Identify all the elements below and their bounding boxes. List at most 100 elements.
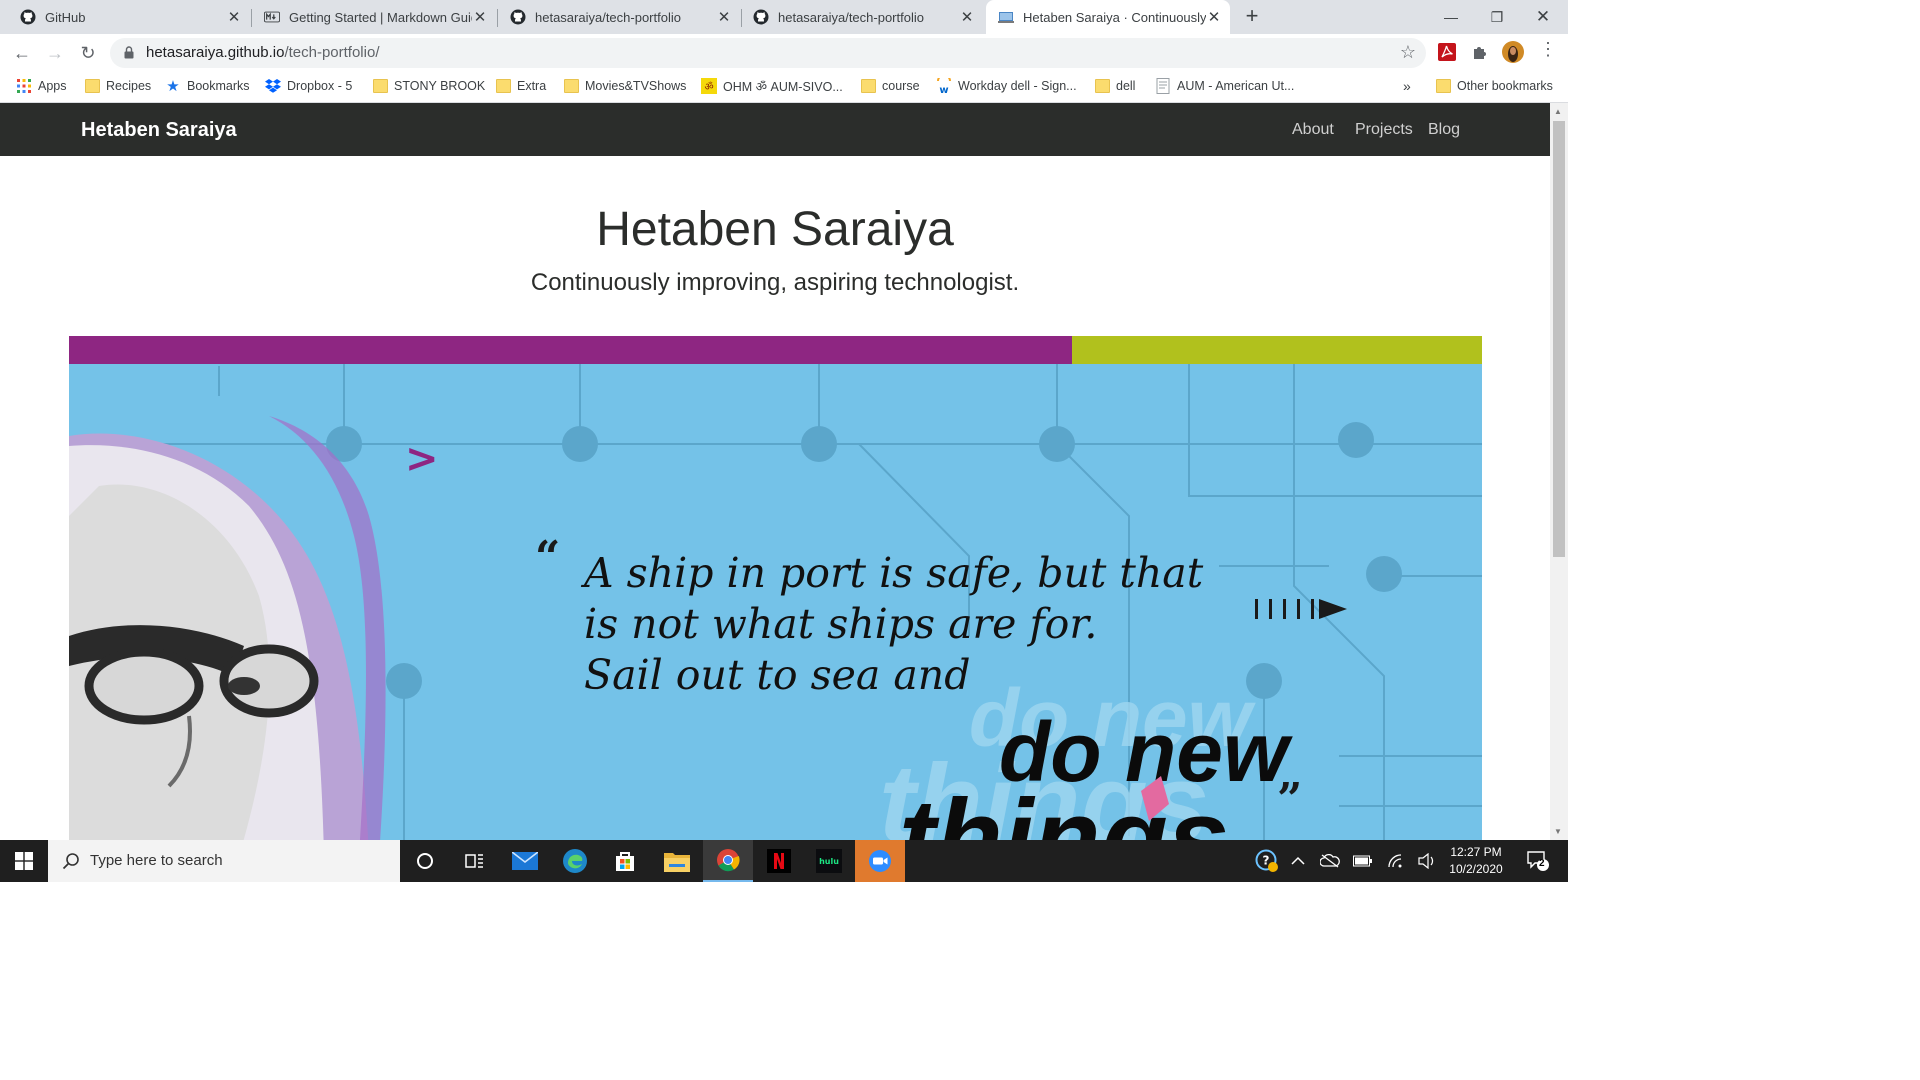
wifi-icon[interactable] <box>1386 851 1406 871</box>
close-icon[interactable]: ✕ <box>1206 8 1222 26</box>
tab-github[interactable]: GitHub ✕ <box>0 0 250 34</box>
new-tab-button[interactable]: + <box>1240 4 1264 28</box>
bookmarks-bar: Apps Recipes ★ Bookmarks Dropbox - 5 STO… <box>0 71 1568 103</box>
cortana-icon[interactable] <box>400 840 450 882</box>
svg-text:hulu: hulu <box>819 857 839 866</box>
close-icon[interactable]: ✕ <box>959 8 975 26</box>
windows-taskbar: Type here to search hulu ? 12:27 PM 10/2… <box>0 840 1568 882</box>
scroll-up-icon[interactable]: ▲ <box>1554 107 1562 116</box>
page-title: Hetaben Saraiya <box>596 203 954 256</box>
bookmark-label: OHM ॐ AUM-SIVO... <box>723 79 843 94</box>
tab-repo-2[interactable]: hetasaraiya/tech-portfolio ✕ <box>733 0 983 34</box>
battery-icon[interactable] <box>1353 851 1373 871</box>
hulu-icon[interactable]: hulu <box>804 840 854 882</box>
github-icon <box>753 9 769 25</box>
folder-icon <box>860 78 876 94</box>
clock-date: 10/2/2020 <box>1449 862 1503 876</box>
extensions-puzzle-icon[interactable] <box>1470 42 1490 62</box>
nav-link-projects[interactable]: Projects <box>1355 121 1413 139</box>
page-subtitle: Continuously improving, aspiring technol… <box>530 269 1020 296</box>
banner-artwork: > “ A ship in port is safe, but that is … <box>69 336 1482 840</box>
close-icon[interactable]: ✕ <box>472 8 488 26</box>
bookmark-label: Other bookmarks <box>1457 79 1553 93</box>
reload-icon[interactable]: ↻ <box>75 40 101 66</box>
bookmark-label: Dropbox - 5 <box>287 79 353 93</box>
scroll-down-icon[interactable]: ▼ <box>1554 827 1562 836</box>
bookmark-dropbox[interactable]: Dropbox - 5 <box>265 77 352 95</box>
minimize-icon[interactable]: — <box>1428 0 1474 34</box>
bookmark-label: Bookmarks <box>187 79 250 93</box>
tab-markdown-guide[interactable]: Getting Started | Markdown Guid ✕ <box>252 0 496 34</box>
search-placeholder: Type here to search <box>90 852 223 869</box>
bookmark-label: STONY BROOK <box>394 79 486 93</box>
start-button[interactable] <box>0 840 48 882</box>
folder-icon <box>372 78 388 94</box>
github-icon <box>510 9 526 25</box>
file-explorer-icon[interactable] <box>652 840 702 882</box>
notification-center-icon[interactable]: 2 <box>1524 849 1552 873</box>
forward-icon[interactable]: → <box>42 40 68 66</box>
url-host: hetasaraiya.github.io <box>146 44 285 61</box>
bookmark-stony-brook[interactable]: STONY BROOK <box>372 77 485 95</box>
taskbar-search-box[interactable]: Type here to search <box>48 840 400 882</box>
task-view-icon[interactable] <box>450 840 500 882</box>
tab-repo-1[interactable]: hetasaraiya/tech-portfolio ✕ <box>490 0 740 34</box>
bookmark-label: Recipes <box>106 79 152 93</box>
nav-link-blog[interactable]: Blog <box>1428 121 1460 139</box>
zoom-icon[interactable] <box>855 840 905 882</box>
page-scrollbar[interactable]: ▲ ▼ <box>1550 103 1568 840</box>
bookmark-star-icon[interactable]: ☆ <box>1400 42 1416 63</box>
system-clock[interactable]: 12:27 PM 10/2/2020 <box>1440 844 1512 878</box>
bookmarks-overflow-button[interactable]: » <box>1403 77 1411 95</box>
tab-title: Getting Started | Markdown Guid <box>289 9 472 25</box>
window-close-icon[interactable]: ✕ <box>1520 0 1566 34</box>
chrome-icon[interactable] <box>703 840 753 882</box>
bookmark-course[interactable]: course <box>860 77 920 95</box>
close-quote-mark: ” <box>1277 774 1302 825</box>
adobe-acrobat-icon[interactable] <box>1437 42 1457 62</box>
quote-line: is not what ships are for. <box>584 600 1097 648</box>
profile-avatar[interactable] <box>1502 41 1524 63</box>
chevron-arrow-icon: > <box>405 436 439 482</box>
bookmark-apps[interactable]: Apps <box>16 77 67 95</box>
edge-icon[interactable] <box>550 840 600 882</box>
windows-logo-icon <box>15 852 33 870</box>
quote-line: Sail out to sea and <box>584 651 970 699</box>
bookmark-workday[interactable]: w Workday dell - Sign... <box>936 77 1077 95</box>
bookmark-extra[interactable]: Extra <box>495 77 546 95</box>
document-icon <box>1155 78 1171 94</box>
site-brand-link[interactable]: Hetaben Saraiya <box>81 119 237 142</box>
browser-menu-icon[interactable]: ⋮ <box>1538 39 1558 59</box>
onedrive-offline-icon[interactable] <box>1320 851 1340 871</box>
scrollbar-thumb[interactable] <box>1553 121 1565 557</box>
tab-title: hetasaraiya/tech-portfolio <box>535 9 681 25</box>
bookmark-movies[interactable]: Movies&TVShows <box>563 77 686 95</box>
om-icon: ॐ <box>701 78 717 94</box>
bookmark-label: Workday dell - Sign... <box>958 79 1077 93</box>
close-icon[interactable]: ✕ <box>716 8 732 26</box>
folder-icon <box>495 78 511 94</box>
close-icon[interactable]: ✕ <box>226 8 242 26</box>
help-icon[interactable]: ? <box>1255 849 1279 873</box>
bookmark-ohm[interactable]: ॐ OHM ॐ AUM-SIVO... <box>701 77 843 95</box>
site-navbar: Hetaben Saraiya About Projects Blog <box>0 103 1550 156</box>
tab-active-portfolio[interactable]: Hetaben Saraiya · Continuously i ✕ <box>986 0 1230 34</box>
store-icon[interactable] <box>600 840 650 882</box>
folder-icon <box>1435 78 1451 94</box>
netflix-icon[interactable] <box>754 840 804 882</box>
other-bookmarks[interactable]: Other bookmarks <box>1435 77 1553 95</box>
folder-icon <box>84 78 100 94</box>
bookmark-label: Movies&TVShows <box>585 79 687 93</box>
mail-icon[interactable] <box>500 840 550 882</box>
bookmark-bookmarks[interactable]: ★ Bookmarks <box>165 77 250 95</box>
bookmark-recipes[interactable]: Recipes <box>84 77 151 95</box>
show-hidden-icons-chevron[interactable] <box>1288 851 1308 871</box>
back-icon[interactable]: ← <box>9 40 35 66</box>
volume-icon[interactable] <box>1417 851 1437 871</box>
url-path: /tech-portfolio/ <box>284 44 380 61</box>
address-bar[interactable]: hetasaraiya.github.io/tech-portfolio/ ☆ <box>110 38 1426 68</box>
restore-icon[interactable]: ❐ <box>1474 0 1520 34</box>
bookmark-aum[interactable]: AUM - American Ut... <box>1155 77 1294 95</box>
bookmark-dell[interactable]: dell <box>1094 77 1135 95</box>
nav-link-about[interactable]: About <box>1292 121 1334 139</box>
